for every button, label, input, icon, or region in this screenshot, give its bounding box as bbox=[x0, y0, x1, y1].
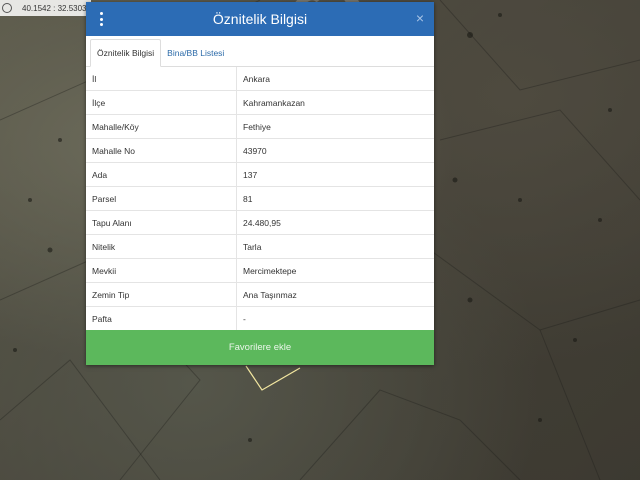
row-value: 24.480,95 bbox=[236, 210, 434, 235]
table-row: Mahalle No 43970 bbox=[86, 138, 434, 163]
row-key: Nitelik bbox=[86, 234, 237, 259]
row-key: İl bbox=[86, 67, 237, 91]
close-icon[interactable]: × bbox=[416, 10, 424, 26]
tab-building-list[interactable]: Bina/BB Listesi bbox=[161, 40, 230, 66]
row-value: Tarla bbox=[236, 234, 434, 259]
panel-tabs: Öznitelik Bilgisi Bina/BB Listesi bbox=[86, 36, 434, 67]
row-value: 81 bbox=[236, 186, 434, 211]
row-key: Pafta bbox=[86, 306, 237, 331]
row-value: Kahramankazan bbox=[236, 90, 434, 115]
table-row: İlçe Kahramankazan bbox=[86, 90, 434, 115]
row-value: Mercimektepe bbox=[236, 258, 434, 283]
row-key: Parsel bbox=[86, 186, 237, 211]
panel-title: Öznitelik Bilgisi bbox=[212, 11, 308, 27]
row-value: Ana Taşınmaz bbox=[236, 282, 434, 307]
panel-header: Öznitelik Bilgisi × bbox=[86, 2, 434, 36]
table-row: Mahalle/Köy Fethiye bbox=[86, 114, 434, 139]
tab-attribute-info[interactable]: Öznitelik Bilgisi bbox=[90, 39, 162, 67]
table-row: Zemin Tip Ana Taşınmaz bbox=[86, 282, 434, 307]
row-value: Ankara bbox=[236, 67, 434, 91]
table-row: Ada 137 bbox=[86, 162, 434, 187]
row-value: - bbox=[236, 306, 434, 331]
attribute-info-panel: Öznitelik Bilgisi × Öznitelik Bilgisi Bi… bbox=[86, 2, 434, 365]
row-key: Zemin Tip bbox=[86, 282, 237, 307]
table-row: Mevkii Mercimektepe bbox=[86, 258, 434, 283]
row-key: Mevkii bbox=[86, 258, 237, 283]
add-to-favorites-button[interactable]: Favorilere ekle bbox=[86, 330, 434, 365]
vertical-ellipsis-icon[interactable] bbox=[100, 12, 104, 26]
row-key: Mahalle No bbox=[86, 138, 237, 163]
row-key: Mahalle/Köy bbox=[86, 114, 237, 139]
row-key: İlçe bbox=[86, 90, 237, 115]
table-row: İl Ankara bbox=[86, 67, 434, 91]
row-value: 43970 bbox=[236, 138, 434, 163]
coordinate-readout: 40.1542 : 32.5303 bbox=[0, 0, 91, 16]
location-icon[interactable] bbox=[2, 3, 12, 13]
parcel-outline bbox=[245, 365, 301, 391]
coordinate-text: 40.1542 : 32.5303 bbox=[22, 3, 87, 13]
attribute-table: İl Ankara İlçe Kahramankazan Mahalle/Köy Fe… bbox=[86, 67, 434, 331]
row-key: Ada bbox=[86, 162, 237, 187]
row-value: Fethiye bbox=[236, 114, 434, 139]
table-row: Nitelik Tarla bbox=[86, 234, 434, 259]
row-key: Tapu Alanı bbox=[86, 210, 237, 235]
table-row: Tapu Alanı 24.480,95 bbox=[86, 210, 434, 235]
table-row: Pafta - bbox=[86, 306, 434, 331]
row-value: 137 bbox=[236, 162, 434, 187]
table-row: Parsel 81 bbox=[86, 186, 434, 211]
